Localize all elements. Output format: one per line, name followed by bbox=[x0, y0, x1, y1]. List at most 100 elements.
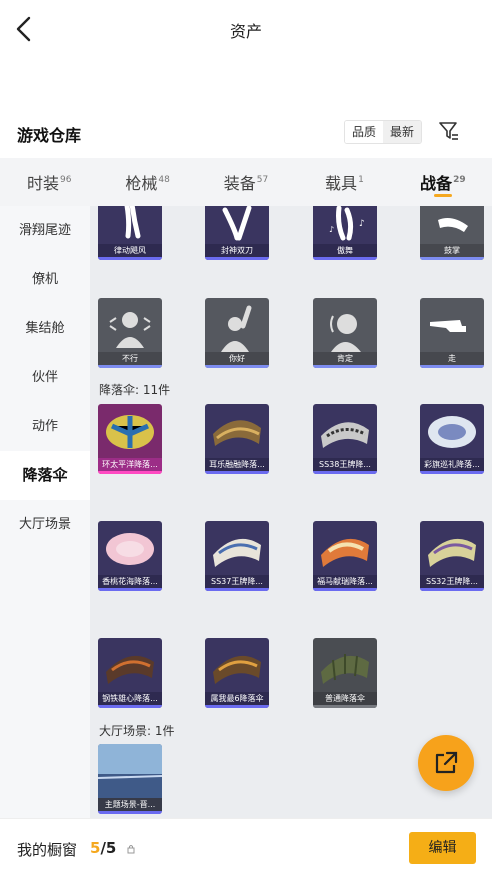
item-name: 走 bbox=[420, 352, 484, 365]
tab-count: 1 bbox=[358, 175, 364, 185]
rarity-bar bbox=[313, 705, 377, 708]
sidebar-item-emote[interactable]: 动作 bbox=[0, 402, 90, 451]
emote-card[interactable]: ♪ ♪ 傲舞 bbox=[313, 206, 377, 260]
item-name: SS38王牌降... bbox=[313, 458, 377, 471]
app-root: 资产 游戏仓库 品质 最新 时装96 枪械48 装备57 载具1 战备29 滑翔… bbox=[0, 0, 492, 876]
rarity-bar bbox=[420, 588, 484, 591]
parachute-card[interactable]: 福马献瑞降落... bbox=[313, 521, 377, 591]
filter-icon[interactable] bbox=[438, 120, 460, 142]
rarity-bar bbox=[98, 471, 162, 474]
parachute-icon bbox=[106, 655, 154, 684]
tab-label: 时装 bbox=[26, 174, 59, 193]
tab-label: 枪械 bbox=[125, 174, 158, 193]
parachute-card[interactable]: SS38王牌降... bbox=[313, 404, 377, 474]
scene-card[interactable]: 主题场景-晋... bbox=[98, 744, 162, 814]
parachute-icon bbox=[321, 654, 369, 684]
scene-group-label: 大厅场景: 1件 bbox=[99, 724, 175, 738]
tab-equipment[interactable]: 装备57 bbox=[197, 158, 295, 206]
emote-card[interactable]: 封神双刀 bbox=[205, 206, 269, 260]
parachute-card[interactable]: 钢铁雄心降落... bbox=[98, 638, 162, 708]
tab-vehicles[interactable]: 载具1 bbox=[295, 158, 393, 206]
item-name: SS32王牌降... bbox=[420, 575, 484, 588]
rarity-bar bbox=[313, 257, 377, 260]
parachute-group-label: 降落伞: 11件 bbox=[99, 383, 171, 397]
item-name: 耳乐融融降落... bbox=[205, 458, 269, 471]
rarity-bar bbox=[313, 588, 377, 591]
parachute-icon bbox=[428, 416, 476, 448]
emote-card[interactable]: 你好 bbox=[205, 298, 269, 368]
emote-clap-icon bbox=[438, 218, 468, 232]
parachute-icon bbox=[213, 655, 261, 684]
sidebar-item-wingman[interactable]: 僚机 bbox=[0, 255, 90, 304]
emote-card[interactable]: 律动飓风 bbox=[98, 206, 162, 260]
rarity-bar bbox=[205, 588, 269, 591]
emote-figure-icon: ♪♪ bbox=[329, 206, 365, 241]
parachute-icon bbox=[213, 538, 261, 567]
parachute-card[interactable]: SS37王牌降... bbox=[205, 521, 269, 591]
tab-count: 57 bbox=[256, 175, 269, 185]
sidebar-item-lobby-scene[interactable]: 大厅场景 bbox=[0, 500, 90, 549]
parachute-card[interactable]: 香桃花海降落... bbox=[98, 521, 162, 591]
tab-count: 29 bbox=[453, 175, 466, 185]
count-max: 5 bbox=[105, 839, 117, 857]
showcase-count: 5/5 bbox=[90, 839, 116, 857]
item-name: 钢铁雄心降落... bbox=[98, 692, 162, 705]
sort-toggle: 品质 最新 bbox=[344, 120, 423, 144]
sidebar: 滑翔尾迹 僚机 集结舱 伙伴 动作 降落伞 大厅场景 bbox=[0, 206, 90, 818]
sidebar-item-pod[interactable]: 集结舱 bbox=[0, 304, 90, 353]
item-name: 属我最6降落伞 bbox=[205, 692, 269, 705]
item-name: 肯定 bbox=[313, 352, 377, 365]
tab-weapons[interactable]: 枪械48 bbox=[98, 158, 196, 206]
count-current: 5 bbox=[90, 839, 101, 857]
top-bar: 资产 bbox=[0, 0, 492, 58]
rarity-bar bbox=[313, 365, 377, 368]
svg-text:♪: ♪ bbox=[359, 219, 365, 229]
item-name: 傲舞 bbox=[313, 244, 377, 257]
lobby-scene-icon bbox=[98, 744, 162, 798]
sidebar-item-companion[interactable]: 伙伴 bbox=[0, 353, 90, 402]
tab-battle-gear[interactable]: 战备29 bbox=[394, 158, 492, 206]
parachute-icon bbox=[213, 420, 261, 446]
section-title: 游戏仓库 bbox=[17, 126, 82, 145]
sidebar-item-glide-trail[interactable]: 滑翔尾迹 bbox=[0, 206, 90, 255]
item-name: 你好 bbox=[205, 352, 269, 365]
rarity-bar bbox=[98, 365, 162, 368]
emote-figure-icon bbox=[222, 206, 252, 241]
sidebar-item-parachute[interactable]: 降落伞 bbox=[0, 451, 90, 500]
tab-label: 载具 bbox=[325, 174, 358, 193]
edit-button[interactable]: 编辑 bbox=[409, 832, 476, 864]
rarity-bar bbox=[313, 471, 377, 474]
sort-latest-button[interactable]: 最新 bbox=[383, 121, 422, 143]
rarity-bar bbox=[98, 705, 162, 708]
page-title: 资产 bbox=[229, 22, 262, 41]
parachute-card[interactable]: 普通降落伞 bbox=[313, 638, 377, 708]
emote-card[interactable]: 肯定 bbox=[313, 298, 377, 368]
item-name: 环太平洋降落... bbox=[98, 458, 162, 471]
rarity-bar bbox=[205, 365, 269, 368]
rarity-bar bbox=[205, 705, 269, 708]
emote-card[interactable]: 鼓掌 bbox=[420, 206, 484, 260]
parachute-card[interactable]: SS32王牌降... bbox=[420, 521, 484, 591]
item-name: 律动飓风 bbox=[98, 244, 162, 257]
parachute-card[interactable]: 环太平洋降落... bbox=[98, 404, 162, 474]
parachute-icon bbox=[106, 533, 154, 565]
emote-nod-icon bbox=[330, 314, 361, 352]
sort-quality-button[interactable]: 品质 bbox=[345, 121, 384, 143]
parachute-icon bbox=[321, 422, 369, 448]
rarity-bar bbox=[98, 811, 162, 814]
parachute-card[interactable]: 属我最6降落伞 bbox=[205, 638, 269, 708]
rarity-bar bbox=[420, 471, 484, 474]
parachute-card[interactable]: 彩旗巡礼降落... bbox=[420, 404, 484, 474]
active-tab-indicator bbox=[433, 194, 452, 197]
tab-fashion[interactable]: 时装96 bbox=[0, 158, 98, 206]
emote-wave-icon bbox=[221, 305, 252, 352]
showcase-bar: 我的橱窗 5/5 编辑 bbox=[0, 818, 492, 876]
emote-card[interactable]: 不行 bbox=[98, 298, 162, 368]
item-name: 封神双刀 bbox=[205, 244, 269, 257]
share-icon bbox=[435, 751, 458, 774]
emote-card[interactable]: 走 bbox=[420, 298, 484, 368]
parachute-card[interactable]: 耳乐融融降落... bbox=[205, 404, 269, 474]
item-name: 鼓掌 bbox=[420, 244, 484, 257]
emote-figure-icon bbox=[124, 206, 141, 239]
share-button[interactable] bbox=[418, 735, 474, 791]
